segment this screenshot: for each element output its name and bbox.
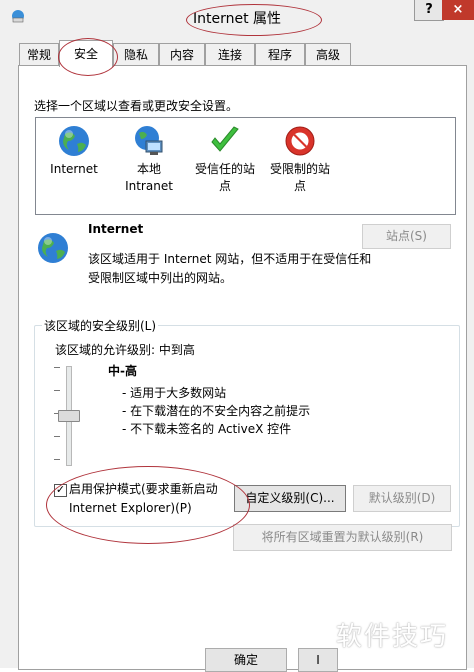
tab-advanced[interactable]: 高级 — [305, 43, 351, 66]
title-bar[interactable]: Internet 属性 ? × — [0, 0, 474, 36]
intranet-icon — [135, 126, 163, 155]
tab-annotation-ellipse — [58, 38, 118, 76]
background-edge — [0, 34, 8, 634]
internet-properties-dialog: Internet 属性 ? × 常规 安全 隐私 内容 连接 程序 高级 选择一… — [0, 0, 474, 672]
zone-internet-label: Internet — [50, 162, 98, 176]
custom-level-button[interactable]: 自定义级别(C)... — [234, 485, 346, 512]
sites-button[interactable]: 站点(S) — [362, 224, 451, 249]
tab-privacy[interactable]: 隐私 — [113, 43, 159, 66]
zone-trusted-sites-label: 受信任的站 点 — [194, 162, 255, 193]
protected-mode-annotation-ellipse — [46, 466, 250, 544]
default-level-button[interactable]: 默认级别(D) — [353, 485, 451, 512]
tab-programs[interactable]: 程序 — [255, 43, 305, 66]
zone-restricted-sites-label: 受限制的站 点 — [269, 162, 330, 193]
reset-all-zones-button[interactable]: 将所有区域重置为默认级别(R) — [233, 524, 452, 551]
zone-internet[interactable]: Internet — [38, 124, 110, 178]
slider-tick — [54, 390, 60, 391]
globe-icon — [59, 126, 89, 156]
title-annotation-ellipse — [186, 4, 322, 36]
help-button[interactable]: ? — [414, 0, 444, 21]
level-detail-item: - 适用于大多数网站 — [122, 386, 227, 400]
zone-description: 该区域适用于 Internet 网站，但不适用于在受信任和受限制区域中列出的网站… — [88, 252, 372, 285]
security-level-legend: 该区域的安全级别(L) — [42, 317, 159, 334]
zone-list: Internet 本地 Intranet 受信任的站 点 受限制的站 点 — [35, 117, 456, 215]
watermark: 软件技巧 — [336, 622, 449, 652]
ok-button[interactable]: 确定 — [205, 648, 287, 672]
cancel-button[interactable]: I — [298, 648, 338, 672]
security-level-slider-thumb[interactable] — [58, 410, 80, 422]
zone-prompt: 选择一个区域以查看或更改安全设置。 — [34, 99, 239, 113]
slider-tick — [54, 459, 60, 460]
slider-tick — [54, 367, 60, 368]
globe-icon — [38, 233, 68, 263]
security-level-name: 中-高 — [108, 364, 137, 378]
zone-local-intranet-label: 本地 Intranet — [125, 162, 173, 193]
allowed-levels-text: 该区域的允许级别: 中到高 — [55, 343, 195, 357]
zone-restricted-sites[interactable]: 受限制的站 点 — [264, 124, 336, 195]
slider-tick — [54, 436, 60, 437]
zone-title: Internet — [88, 222, 144, 236]
tab-connections[interactable]: 连接 — [205, 43, 255, 66]
level-detail-item: - 在下载潜在的不安全内容之前提示 — [122, 404, 311, 418]
tab-general[interactable]: 常规 — [19, 43, 59, 66]
zone-trusted-sites[interactable]: 受信任的站 点 — [189, 124, 261, 195]
level-detail-item: - 不下载未签名的 ActiveX 控件 — [122, 422, 292, 436]
restricted-icon — [285, 126, 315, 156]
security-level-details: - 适用于大多数网站 - 在下载潜在的不安全内容之前提示 - 不下载未签名的 A… — [122, 384, 310, 438]
tab-content[interactable]: 内容 — [159, 43, 205, 66]
zone-local-intranet[interactable]: 本地 Intranet — [113, 124, 185, 195]
close-button[interactable]: × — [442, 0, 474, 20]
checkmark-icon — [211, 126, 239, 152]
